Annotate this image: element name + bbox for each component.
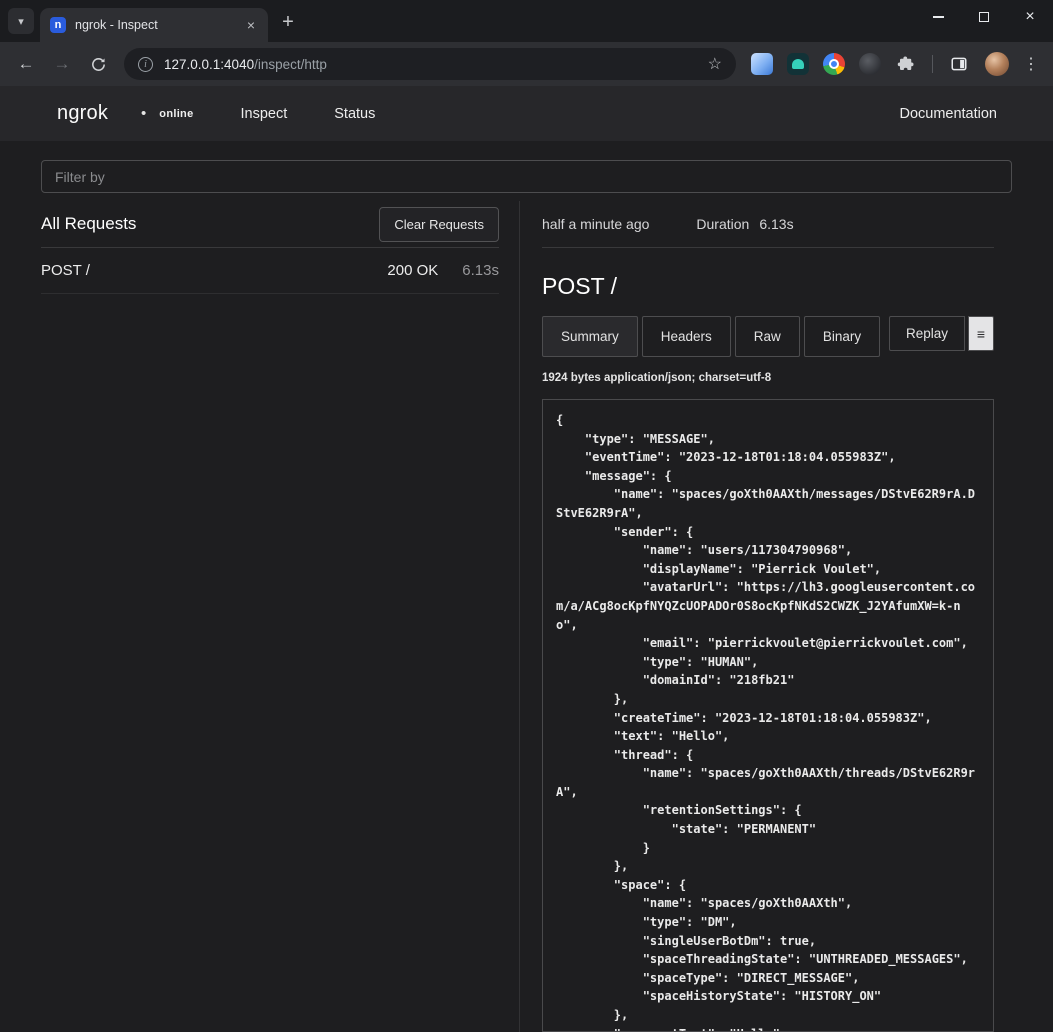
maximize-button[interactable] (961, 0, 1007, 34)
profile-avatar[interactable] (985, 52, 1009, 76)
request-time-ago: half a minute ago (542, 216, 649, 232)
ngrok-logo: ngrok (57, 102, 108, 125)
duration-label: Duration (696, 216, 749, 232)
maximize-icon (979, 12, 989, 22)
extension-icon-teal[interactable] (787, 53, 809, 75)
tab-summary[interactable]: Summary (542, 316, 638, 357)
tab-close-icon[interactable]: × (242, 16, 260, 34)
browser-toolbar: ← → i 127.0.0.1:4040/inspect/http ☆ ⋮ (0, 42, 1053, 86)
extensions-puzzle-icon[interactable] (893, 51, 919, 77)
request-title: POST / (542, 273, 994, 300)
replay-button-group: Replay ≡ (889, 316, 994, 351)
request-method-path: POST / (41, 262, 387, 279)
request-detail-header: half a minute ago Duration 6.13s (542, 201, 994, 248)
extension-icon-blue[interactable] (751, 53, 773, 75)
tab-headers[interactable]: Headers (642, 316, 731, 357)
request-status: 200 OK (387, 262, 438, 279)
requests-panel-header: All Requests Clear Requests (41, 201, 499, 248)
tab-binary[interactable]: Binary (804, 316, 880, 357)
nav-inspect[interactable]: Inspect (241, 106, 288, 122)
url-text[interactable]: 127.0.0.1:4040/inspect/http (164, 57, 700, 72)
browser-menu-icon[interactable]: ⋮ (1019, 52, 1043, 76)
ngrok-header: ngrok • online Inspect Status Documentat… (0, 86, 1053, 141)
duration-value: 6.13s (759, 216, 793, 232)
bookmark-star-icon[interactable]: ☆ (708, 54, 722, 74)
url-host: 127.0.0.1:4040 (164, 57, 254, 72)
nav-documentation[interactable]: Documentation (899, 106, 997, 122)
tab-strip: ▾ n ngrok - Inspect × + × (0, 0, 1053, 42)
browser-window: ▾ n ngrok - Inspect × + × ← → i 127.0.0.… (0, 0, 1053, 1032)
address-bar[interactable]: i 127.0.0.1:4040/inspect/http ☆ (124, 48, 736, 80)
browser-tab[interactable]: n ngrok - Inspect × (40, 8, 268, 42)
toolbar-divider (932, 55, 933, 73)
requests-panel: All Requests Clear Requests POST / 200 O… (41, 201, 519, 1032)
menu-lines-icon: ≡ (977, 327, 985, 341)
extension-icon-dark[interactable] (859, 53, 881, 75)
request-duration: 6.13s (462, 262, 499, 279)
new-tab-button[interactable]: + (274, 8, 302, 36)
ngrok-page: ngrok • online Inspect Status Documentat… (0, 86, 1053, 1032)
close-button[interactable]: × (1007, 0, 1053, 34)
status-online-label: online (159, 108, 193, 120)
content-meta: 1924 bytes application/json; charset=utf… (542, 372, 994, 384)
site-info-icon[interactable]: i (138, 57, 153, 72)
content-columns: All Requests Clear Requests POST / 200 O… (0, 193, 1053, 1032)
tab-search-button[interactable]: ▾ (8, 8, 34, 34)
url-path: /inspect/http (254, 57, 327, 72)
replay-button[interactable]: Replay (889, 316, 965, 351)
forward-icon[interactable]: → (46, 48, 78, 80)
tab-title: ngrok - Inspect (75, 18, 242, 32)
request-row[interactable]: POST / 200 OK 6.13s (41, 248, 499, 294)
filter-wrap (0, 141, 1053, 193)
clear-requests-button[interactable]: Clear Requests (379, 207, 499, 242)
filter-input[interactable] (41, 160, 1012, 193)
request-detail-panel: half a minute ago Duration 6.13s POST / … (519, 201, 1012, 1032)
extension-icon-chrome[interactable] (823, 53, 845, 75)
detail-tabs-row: Summary Headers Raw Binary Replay ≡ (542, 316, 994, 357)
minimize-icon (933, 16, 944, 18)
back-icon[interactable]: ← (10, 48, 42, 80)
request-body-json: { "type": "MESSAGE", "eventTime": "2023-… (542, 399, 994, 1032)
nav-status[interactable]: Status (334, 106, 375, 122)
chevron-down-icon: ▾ (18, 15, 24, 28)
ngrok-favicon-icon: n (50, 17, 66, 33)
reload-icon[interactable] (82, 48, 114, 80)
replay-dropdown-button[interactable]: ≡ (968, 316, 994, 351)
minimize-button[interactable] (915, 0, 961, 34)
tab-raw[interactable]: Raw (735, 316, 800, 357)
all-requests-title: All Requests (41, 214, 136, 234)
window-controls: × (915, 0, 1053, 34)
side-panel-icon[interactable] (946, 51, 972, 77)
status-dot: • (141, 105, 146, 122)
